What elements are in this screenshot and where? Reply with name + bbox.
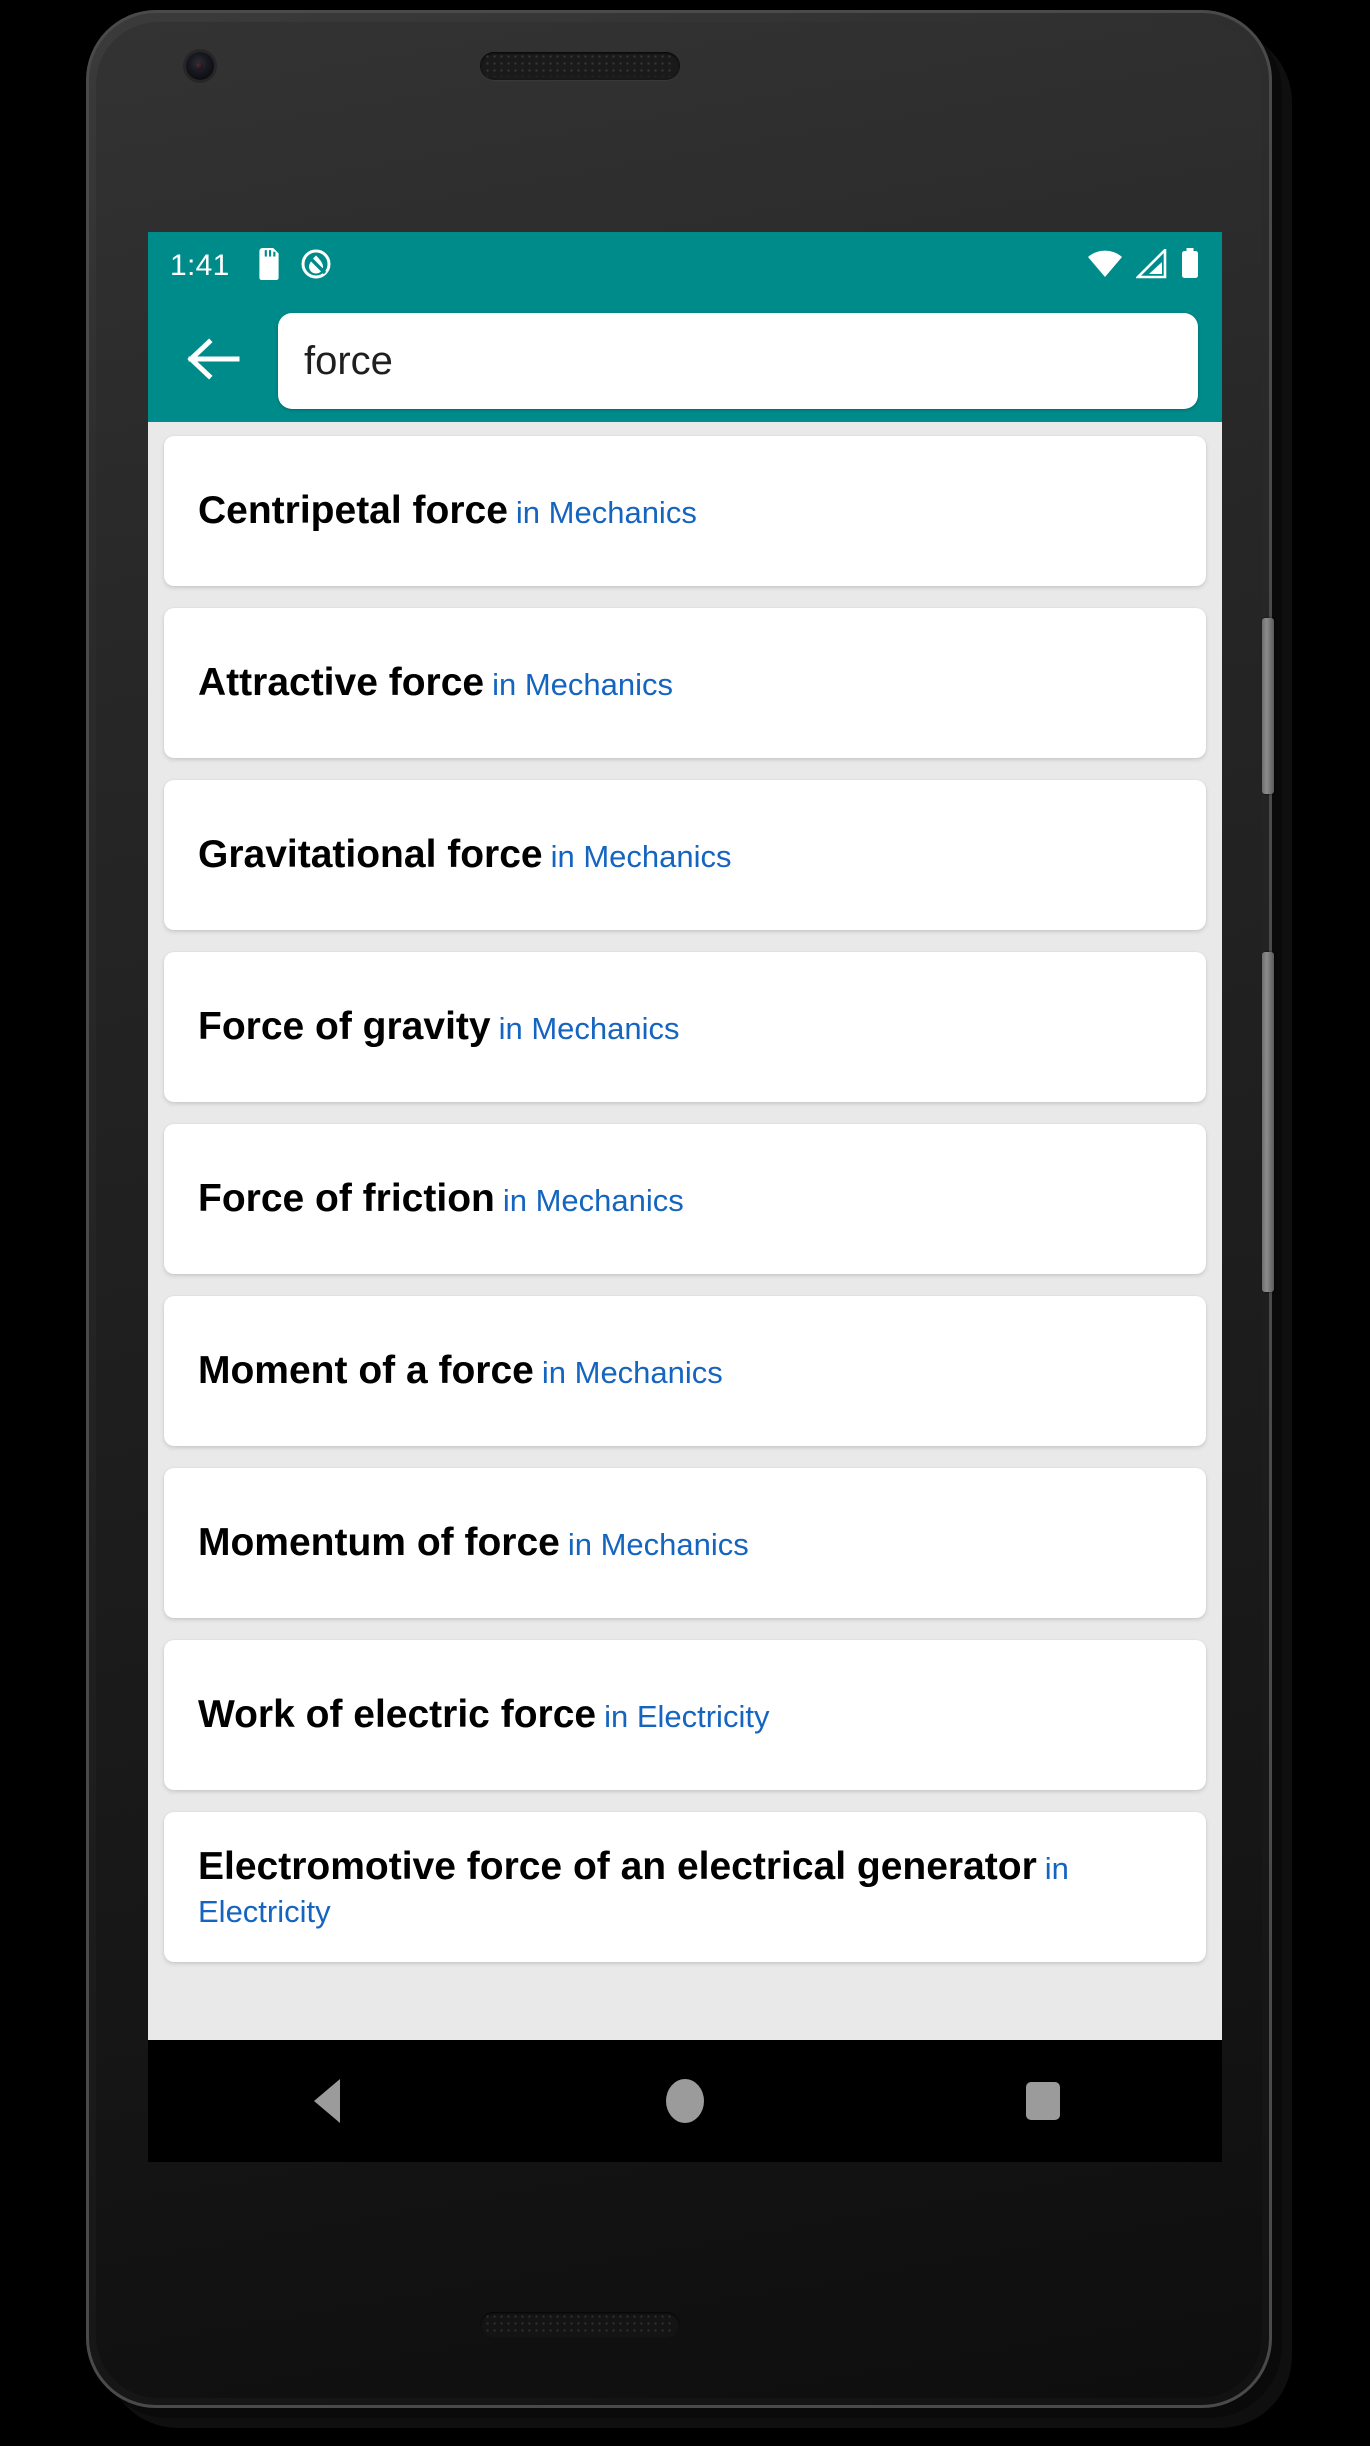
result-category: in Mechanics [492, 666, 674, 702]
search-result-item[interactable]: Force of gravity in Mechanics [164, 952, 1206, 1102]
search-result-item[interactable]: Attractive force in Mechanics [164, 608, 1206, 758]
search-result-item[interactable]: Momentum of force in Mechanics [164, 1468, 1206, 1618]
result-text: Momentum of force in Mechanics [198, 1518, 749, 1569]
android-navigation-bar [148, 2040, 1222, 2162]
result-category: in Mechanics [502, 1182, 684, 1218]
result-term: Gravitational force [198, 832, 543, 876]
status-bar: 1:41 [148, 232, 1222, 300]
result-text: Gravitational force in Mechanics [198, 830, 732, 881]
search-result-item[interactable]: Centripetal force in Mechanics [164, 436, 1206, 586]
app-bar: force [148, 300, 1222, 422]
result-category: in Mechanics [498, 1010, 680, 1046]
result-text: Force of gravity in Mechanics [198, 1002, 680, 1053]
search-result-item[interactable]: Gravitational force in Mechanics [164, 780, 1206, 930]
result-category: in Mechanics [541, 1354, 723, 1390]
result-category: in Electricity [604, 1698, 770, 1734]
wifi-icon [1086, 249, 1124, 284]
search-input-value: force [304, 339, 393, 383]
do-not-disturb-icon [300, 248, 332, 285]
cell-signal-icon [1134, 246, 1168, 284]
result-category: in Mechanics [515, 494, 697, 530]
result-term: Force of gravity [198, 1004, 491, 1048]
search-input[interactable]: force [278, 313, 1198, 409]
result-text: Work of electric force in Electricity [198, 1690, 769, 1741]
nav-home-button[interactable] [630, 2056, 740, 2146]
status-bar-notification-icons [256, 247, 332, 285]
search-result-item[interactable]: Work of electric force in Electricity [164, 1640, 1206, 1790]
result-term: Attractive force [198, 660, 485, 704]
result-term: Work of electric force [198, 1692, 597, 1736]
nav-recents-button[interactable] [988, 2056, 1098, 2146]
front-camera-icon [186, 52, 214, 80]
back-button[interactable] [178, 325, 250, 397]
result-term: Momentum of force [198, 1520, 560, 1564]
bottom-speaker [480, 2312, 680, 2338]
status-bar-system-icons [1086, 246, 1200, 285]
search-result-item[interactable]: Force of friction in Mechanics [164, 1124, 1206, 1274]
home-circle-icon [666, 2079, 704, 2123]
volume-rocker-button[interactable] [1262, 952, 1274, 1292]
result-text: Centripetal force in Mechanics [198, 486, 697, 537]
back-triangle-icon [314, 2079, 340, 2123]
speaker-grille-pattern [486, 55, 674, 77]
power-button[interactable] [1262, 618, 1274, 794]
result-term: Force of friction [198, 1176, 495, 1220]
nav-back-button[interactable] [272, 2056, 382, 2146]
search-result-item[interactable]: Electromotive force of an electrical gen… [164, 1812, 1206, 1962]
phone-screen: 1:41 force Centripetal force in Mechanic… [148, 232, 1222, 2162]
back-arrow-icon [187, 337, 241, 386]
result-text: Attractive force in Mechanics [198, 658, 673, 709]
result-term: Centripetal force [198, 488, 508, 532]
battery-icon [1180, 247, 1200, 285]
result-text: Moment of a force in Mechanics [198, 1346, 723, 1397]
status-bar-clock: 1:41 [170, 249, 230, 282]
earpiece-speaker [480, 52, 680, 80]
result-category: in Mechanics [567, 1526, 749, 1562]
result-text: Electromotive force of an electrical gen… [198, 1842, 1172, 1933]
result-term: Moment of a force [198, 1348, 534, 1392]
speaker-grille-pattern [486, 2315, 674, 2335]
recents-square-icon [1026, 2082, 1060, 2120]
search-result-item[interactable]: Moment of a force in Mechanics [164, 1296, 1206, 1446]
result-category: in Mechanics [550, 838, 732, 874]
search-results-list[interactable]: Centripetal force in Mechanics Attractive… [148, 422, 1222, 2162]
sd-card-icon [256, 247, 282, 285]
result-text: Force of friction in Mechanics [198, 1174, 684, 1225]
result-term: Electromotive force of an electrical gen… [198, 1844, 1037, 1888]
